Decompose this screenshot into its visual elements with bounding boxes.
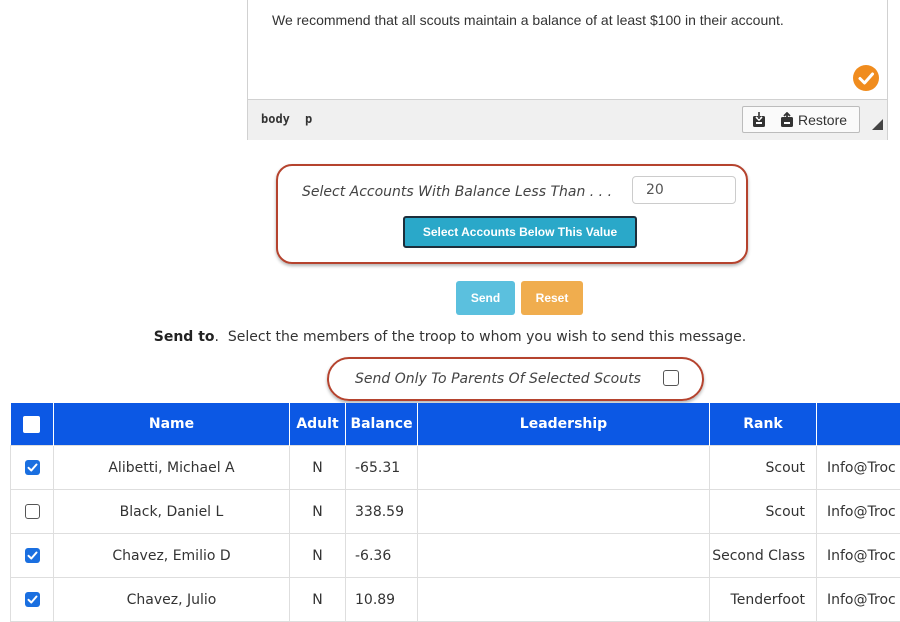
select-accounts-panel: Select Accounts With Balance Less Than .…: [276, 164, 748, 264]
cell-rank: Tenderfoot: [710, 578, 817, 622]
cell-leadership: [418, 534, 710, 578]
cell-name: Chavez, Emilio D: [54, 534, 290, 578]
parents-only-checkbox[interactable]: [663, 370, 679, 386]
table-header-row: Name Adult Balance Leadership Rank: [11, 403, 900, 446]
cell-rank: Scout: [710, 490, 817, 534]
element-path-body[interactable]: body: [261, 112, 290, 126]
editor-content[interactable]: We recommend that all scouts maintain a …: [272, 12, 784, 28]
reset-button[interactable]: Reset: [521, 281, 583, 315]
cell-adult: N: [290, 578, 346, 622]
column-header-email[interactable]: [817, 403, 900, 446]
send-to-description: Select the members of the troop to whom …: [228, 329, 746, 345]
select-all-header[interactable]: [11, 403, 54, 446]
row-checkbox[interactable]: [25, 592, 40, 607]
parents-only-panel: Send Only To Parents Of Selected Scouts: [327, 357, 704, 401]
table-row[interactable]: Chavez, Julio N 10.89 Tenderfoot Info@Tr…: [11, 578, 900, 622]
cell-leadership: [418, 490, 710, 534]
cell-name: Black, Daniel L: [54, 490, 290, 534]
select-all-checkbox[interactable]: [23, 416, 40, 433]
cell-balance: 338.59: [346, 490, 418, 534]
parents-only-label: Send Only To Parents Of Selected Scouts: [355, 371, 641, 387]
column-header-balance[interactable]: Balance: [346, 403, 418, 446]
column-header-leadership[interactable]: Leadership: [418, 403, 710, 446]
table-row[interactable]: Alibetti, Michael A N -65.31 Scout Info@…: [11, 446, 900, 490]
select-accounts-button[interactable]: Select Accounts Below This Value: [403, 216, 637, 248]
cell-balance: 10.89: [346, 578, 418, 622]
cell-adult: N: [290, 534, 346, 578]
cell-leadership: [418, 446, 710, 490]
send-button[interactable]: Send: [456, 281, 515, 315]
cell-email: Info@Troc: [817, 534, 900, 578]
cell-name: Alibetti, Michael A: [54, 446, 290, 490]
balance-threshold-input[interactable]: [632, 176, 736, 204]
row-checkbox[interactable]: [25, 548, 40, 563]
row-checkbox[interactable]: [25, 460, 40, 475]
message-editor[interactable]: We recommend that all scouts maintain a …: [247, 0, 888, 140]
send-to-label: Send to: [154, 329, 215, 345]
cell-name: Chavez, Julio: [54, 578, 290, 622]
cell-rank: Second Class: [710, 534, 817, 578]
cell-balance: -6.36: [346, 534, 418, 578]
cell-adult: N: [290, 446, 346, 490]
cell-email: Info@Troc: [817, 490, 900, 534]
column-header-name[interactable]: Name: [54, 403, 290, 446]
save-disk-icon[interactable]: [752, 112, 766, 132]
members-table: Name Adult Balance Leadership Rank Alibe…: [10, 403, 900, 622]
element-path-p[interactable]: p: [305, 112, 312, 126]
cell-rank: Scout: [710, 446, 817, 490]
restore-icon[interactable]: [780, 112, 794, 132]
select-accounts-label: Select Accounts With Balance Less Than .…: [302, 184, 612, 200]
table-row[interactable]: Chavez, Emilio D N -6.36 Second Class In…: [11, 534, 900, 578]
table-row[interactable]: Black, Daniel L N 338.59 Scout Info@Troc: [11, 490, 900, 534]
row-checkbox[interactable]: [25, 504, 40, 519]
restore-button-group: Restore: [742, 106, 860, 133]
resize-handle-icon[interactable]: [872, 115, 883, 134]
check-circle-icon: [853, 65, 879, 91]
editor-status-bar: body p Restore: [248, 99, 887, 140]
cell-email: Info@Troc: [817, 446, 900, 490]
cell-email: Info@Troc: [817, 578, 900, 622]
column-header-rank[interactable]: Rank: [710, 403, 817, 446]
cell-leadership: [418, 578, 710, 622]
cell-balance: -65.31: [346, 446, 418, 490]
restore-button[interactable]: Restore: [798, 112, 847, 128]
send-to-instructions: Send to. Select the members of the troop…: [0, 329, 900, 345]
column-header-adult[interactable]: Adult: [290, 403, 346, 446]
cell-adult: N: [290, 490, 346, 534]
